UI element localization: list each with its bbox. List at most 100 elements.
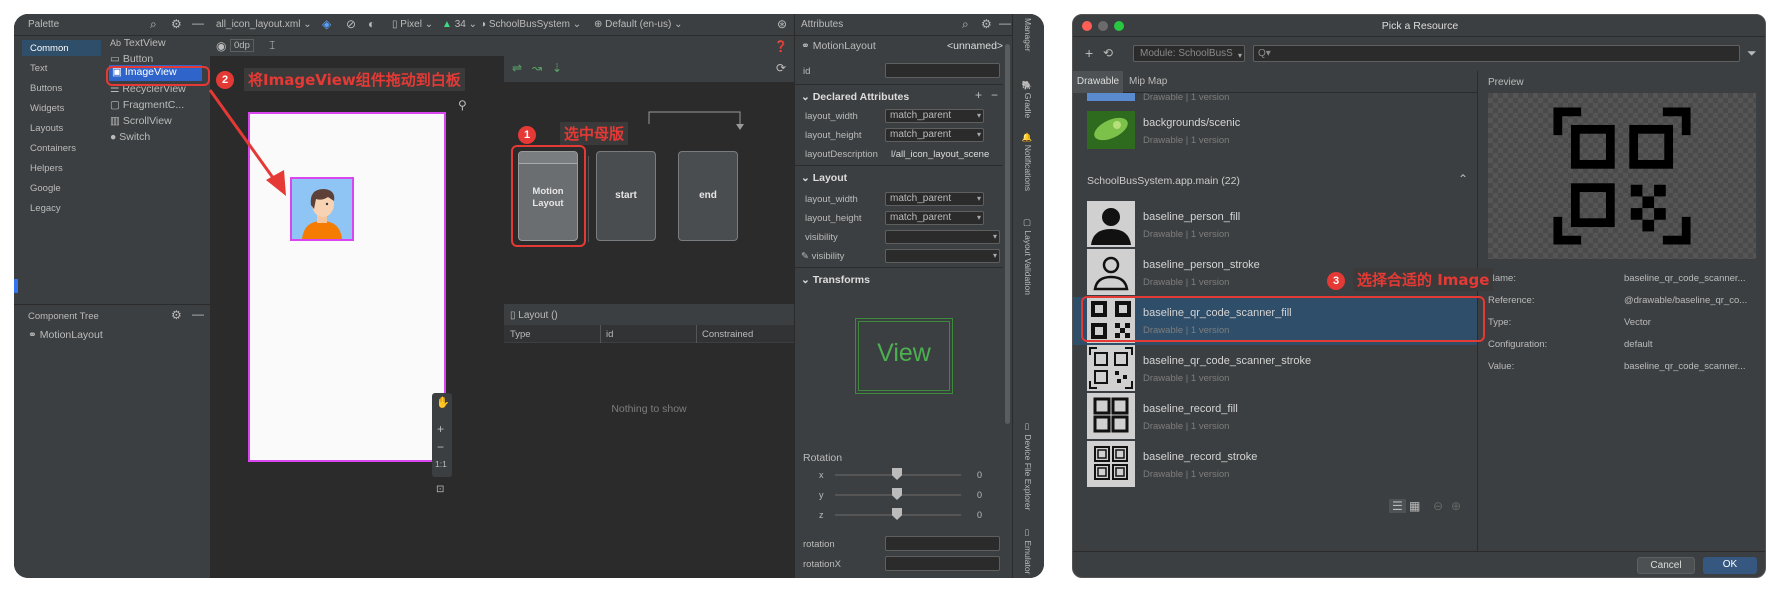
help-icon[interactable]: ❓ (460, 40, 788, 53)
minimize-icon[interactable]: — (192, 16, 204, 30)
col-type[interactable]: Type (510, 329, 531, 340)
resource-item-record-stroke[interactable]: baseline_record_stroke Drawable | 1 vers… (1073, 441, 1477, 489)
category-helpers[interactable]: Helpers (30, 163, 63, 174)
attributes-scrollbar[interactable] (1005, 44, 1010, 424)
gear-icon[interactable]: ⚙ (981, 17, 992, 31)
warning-icon[interactable]: ⊛ (777, 17, 787, 31)
text-baseline-icon[interactable]: 𝙸 (268, 38, 276, 53)
grid-view-icon[interactable]: ▦ (1409, 499, 1420, 513)
cycle-icon[interactable]: ⟳ (776, 61, 786, 75)
zoom-in-icon[interactable]: + (437, 422, 444, 436)
search-icon[interactable]: ⌕ (962, 17, 969, 32)
minimize-icon[interactable]: — (192, 307, 204, 321)
resource-search-input[interactable]: Q▾ (1253, 45, 1740, 62)
theme-selector[interactable]: ◑ SchoolBusSystem ⌄ (480, 19, 581, 30)
add-attribute-icon[interactable]: + (975, 88, 982, 102)
tool-tab-device-file-explorer[interactable]: ▯ Device File Explorer (1023, 422, 1033, 510)
zoom-in-icon[interactable]: ⊕ (1451, 499, 1461, 513)
declared-attributes-title[interactable]: ⌄ Declared Attributes (801, 91, 909, 103)
orientation-icon[interactable]: ⊘ (346, 17, 356, 31)
category-text[interactable]: Text (30, 63, 47, 74)
add-resource-icon[interactable]: + (1085, 45, 1093, 61)
tool-tab-emulator[interactable]: ▯ Emulator (1023, 528, 1033, 574)
start-constraint-card[interactable]: start (596, 151, 656, 241)
module-selector[interactable]: Module: SchoolBusS ▾ (1133, 45, 1245, 62)
cancel-button[interactable]: Cancel (1637, 557, 1695, 574)
search-icon[interactable]: ⌕ (150, 17, 157, 32)
col-constrained[interactable]: Constrained (702, 329, 753, 340)
tool-tab-layout-validation[interactable]: ▢ Layout Validation (1023, 218, 1033, 295)
pan-icon[interactable]: ✋ (436, 396, 450, 409)
layout-section-title[interactable]: ⌄ Layout (801, 172, 847, 184)
remove-attribute-icon[interactable]: − (991, 88, 998, 102)
ok-button[interactable]: OK (1703, 557, 1757, 574)
attr-layout-height-value[interactable]: match_parent ▾ (885, 128, 984, 142)
transforms-title[interactable]: ⌄ Transforms (801, 274, 870, 286)
resource-group-title: SchoolBusSystem.app.main (22) (1087, 175, 1240, 187)
night-mode-icon[interactable]: ◐ (368, 17, 375, 31)
resource-item-person-fill[interactable]: baseline_person_fill Drawable | 1 versio… (1073, 201, 1477, 249)
category-legacy[interactable]: Legacy (30, 203, 61, 214)
tool-tab-manager[interactable]: Manager (1023, 18, 1033, 52)
rot-z-thumb[interactable] (892, 508, 902, 520)
gear-icon[interactable]: ⚙ (171, 308, 182, 322)
id-input[interactable] (885, 63, 1000, 78)
tab-drawable[interactable]: Drawable (1073, 71, 1123, 93)
tools-visibility-value[interactable]: ▾ (885, 249, 1000, 263)
layout-width-value[interactable]: match_parent ▾ (885, 192, 984, 206)
gear-icon[interactable]: ⚙ (171, 17, 182, 31)
filter-icon[interactable]: ⏷ (1747, 46, 1757, 61)
rot-y-thumb[interactable] (892, 488, 902, 500)
zoom-ratio[interactable]: 1:1 (435, 459, 447, 469)
fit-screen-icon[interactable]: ⊡ (436, 484, 444, 495)
widget-button[interactable]: ▭ Button (110, 53, 153, 65)
refresh-icon[interactable]: ⟲ (1103, 46, 1113, 60)
zoom-out-icon[interactable]: ⊖ (1433, 499, 1443, 513)
rotationx-input[interactable] (885, 556, 1000, 571)
tab-mipmap[interactable]: Mip Map (1129, 76, 1167, 87)
category-containers[interactable]: Containers (30, 143, 76, 154)
attr-layout-description-value[interactable]: l/all_icon_layout_scene (891, 149, 997, 160)
default-margin-field[interactable]: 0dp (230, 39, 254, 52)
list-view-icon[interactable]: ☰ (1389, 499, 1406, 513)
locale-selector[interactable]: ⊕ Default (en-us) ⌄ (594, 19, 682, 30)
api-selector[interactable]: ▲ 34 ⌄ (442, 19, 477, 30)
attr-layout-width-value[interactable]: match_parent ▾ (885, 109, 984, 123)
layout-height-value[interactable]: match_parent ▾ (885, 211, 984, 225)
create-click-handler-icon[interactable]: ⇣ (552, 61, 562, 75)
category-google[interactable]: Google (30, 183, 61, 194)
category-common[interactable]: Common (30, 43, 69, 54)
category-buttons[interactable]: Buttons (30, 83, 62, 94)
col-id[interactable]: id (606, 329, 613, 340)
rotation-input[interactable] (885, 536, 1000, 551)
widget-scrollview[interactable]: ▥ ScrollView (110, 115, 172, 127)
category-widgets[interactable]: Widgets (30, 103, 64, 114)
category-layouts[interactable]: Layouts (30, 123, 63, 134)
widget-fragmentcontainer[interactable]: ▢ FragmentC... (110, 99, 184, 111)
device-selector[interactable]: ▯ Pixel ⌄ (392, 19, 433, 30)
layers-icon[interactable]: ◈ (322, 17, 331, 31)
attributes-header: Attributes ⌕ ⚙ — (795, 14, 1013, 36)
resource-group-header[interactable]: SchoolBusSystem.app.main (22) ⌃ (1073, 169, 1477, 193)
create-transition-icon[interactable]: ↝ (532, 61, 542, 75)
divider (795, 267, 1003, 268)
resource-item-qr-stroke[interactable]: baseline_qr_code_scanner_stroke Drawable… (1073, 345, 1477, 393)
tool-tab-notifications[interactable]: 🔔 Notifications (1023, 132, 1033, 191)
tool-tab-gradle[interactable]: 🐘 Gradle (1023, 80, 1033, 118)
resource-item-record-fill[interactable]: baseline_record_fill Drawable | 1 versio… (1073, 393, 1477, 441)
end-constraint-card[interactable]: end (678, 151, 738, 241)
tree-item-motionlayout[interactable]: ⚭ MotionLayout (28, 329, 103, 341)
minimize-icon[interactable]: — (999, 16, 1011, 30)
widget-switch[interactable]: ● Switch (110, 131, 150, 143)
visibility-value[interactable]: ▾ (885, 230, 1000, 244)
zoom-out-icon[interactable]: − (437, 440, 444, 454)
eye-icon[interactable]: ◉ (216, 39, 226, 53)
attr-layout-description-label: layoutDescription (805, 149, 878, 160)
pin-icon[interactable]: ⚲ (458, 98, 467, 112)
resource-item-scenic[interactable]: backgrounds/scenic Drawable | 1 version (1073, 105, 1477, 153)
chevron-up-icon[interactable]: ⌃ (1458, 172, 1468, 186)
create-constraintset-icon[interactable]: ⇌ (512, 61, 522, 75)
rot-x-thumb[interactable] (892, 468, 902, 480)
widget-textview[interactable]: Ab TextView (110, 37, 208, 53)
file-selector[interactable]: all_icon_layout.xml ⌄ (216, 19, 312, 30)
